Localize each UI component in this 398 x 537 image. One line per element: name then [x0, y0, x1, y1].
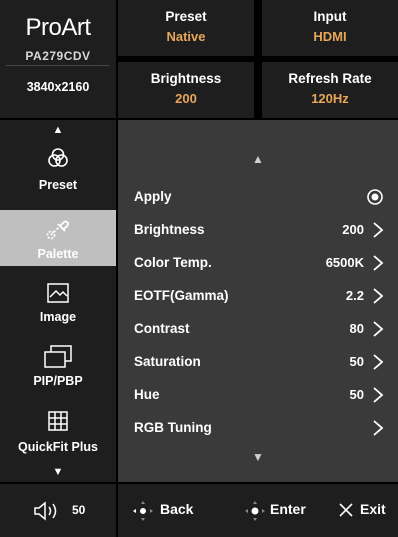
image-icon [0, 282, 116, 308]
status-refresh-rate: Refresh Rate 120Hz [262, 62, 398, 118]
list-scroll-up-arrow[interactable]: ▲ [118, 152, 398, 166]
row-value: 80 [349, 321, 364, 336]
row-value: 2.2 [345, 288, 364, 303]
status-value: 200 [175, 91, 197, 106]
nav-item-label: Palette [37, 247, 79, 261]
radio-selected-icon[interactable] [366, 188, 384, 206]
enter-label: Enter [270, 501, 306, 517]
status-value: HDMI [313, 29, 347, 44]
brand-panel: ProArt PA279CDV 3840x2160 [0, 0, 116, 118]
chevron-right-icon [373, 222, 384, 238]
status-value: Native [166, 29, 206, 44]
list-scroll-down-arrow[interactable]: ▼ [118, 450, 398, 464]
key-guide: Back Enter Exit [118, 484, 398, 537]
back-button[interactable]: Back [126, 484, 206, 537]
status-label: Refresh Rate [288, 71, 372, 86]
chevron-right-icon [373, 321, 384, 337]
row-value: 50 [349, 354, 364, 369]
nav-scroll-down-arrow[interactable]: ▼ [0, 466, 116, 478]
settings-list: ▲ Apply Brightness 200 Color Temp. 6500K… [118, 120, 398, 482]
row-label: Saturation [134, 354, 201, 369]
nav-item-label: PIP/PBP [33, 374, 83, 388]
chevron-right-icon [373, 255, 384, 271]
resolution-readout: 3840x2160 [26, 80, 90, 94]
nav-item-quickfit-plus[interactable]: QuickFit Plus [0, 408, 116, 464]
menu-row-hue[interactable]: Hue 50 [118, 379, 398, 411]
menu-row-brightness[interactable]: Brightness 200 [118, 214, 398, 246]
status-brightness: Brightness 200 [118, 62, 254, 118]
brand-logo: ProArt [25, 14, 91, 41]
nav-item-pip-pbp[interactable]: PIP/PBP [0, 342, 116, 400]
row-label: Apply [134, 189, 172, 204]
back-label: Back [160, 501, 194, 517]
chevron-right-icon [373, 387, 384, 403]
status-value: 120Hz [311, 91, 349, 106]
menu-row-contrast[interactable]: Contrast 80 [118, 313, 398, 345]
pip-pbp-icon [0, 344, 116, 370]
volume-value: 50 [72, 503, 86, 517]
row-value: 6500K [325, 255, 364, 270]
row-value: 50 [349, 387, 364, 402]
status-label: Input [313, 9, 347, 24]
menu-row-rgb-tuning[interactable]: RGB Tuning [118, 412, 398, 444]
nav-item-preset[interactable]: Preset [0, 142, 116, 200]
speaker-icon [34, 501, 57, 521]
exit-label: Exit [360, 501, 386, 517]
preset-icon [0, 146, 116, 172]
joystick-press-icon [245, 501, 265, 521]
row-label: Contrast [134, 321, 190, 336]
status-preset: Preset Native [118, 0, 254, 56]
nav-item-label: QuickFit Plus [18, 440, 98, 454]
row-label: Color Temp. [134, 255, 212, 270]
nav-scroll-up-arrow[interactable]: ▲ [0, 124, 116, 136]
status-label: Preset [165, 9, 207, 24]
nav-item-palette[interactable]: Palette [0, 210, 116, 266]
chevron-right-icon [373, 288, 384, 304]
palette-icon [0, 215, 116, 241]
menu-row-apply[interactable]: Apply [118, 181, 398, 213]
nav-item-image[interactable]: Image [0, 278, 116, 334]
menu-row-eotf-gamma[interactable]: EOTF(Gamma) 2.2 [118, 280, 398, 312]
exit-button[interactable]: Exit [338, 484, 398, 537]
divider [6, 65, 110, 66]
row-label: EOTF(Gamma) [134, 288, 229, 303]
menu-row-saturation[interactable]: Saturation 50 [118, 346, 398, 378]
model-name: PA279CDV [25, 49, 91, 63]
nav-item-label: Image [39, 310, 77, 324]
chevron-right-icon [373, 354, 384, 370]
row-label: Brightness [134, 222, 205, 237]
row-label: Hue [134, 387, 160, 402]
category-nav: ▲ Preset Palette Image PIP/PBP QuickFit … [0, 120, 116, 482]
menu-row-color-temp[interactable]: Color Temp. 6500K [118, 247, 398, 279]
joystick-left-icon [133, 501, 153, 521]
volume-indicator[interactable]: 50 [0, 484, 116, 537]
chevron-right-icon [373, 420, 384, 436]
quickfit-icon [0, 410, 116, 436]
nav-item-label: Preset [38, 178, 78, 192]
close-icon [339, 503, 353, 517]
status-input: Input HDMI [262, 0, 398, 56]
row-label: RGB Tuning [134, 420, 212, 435]
enter-button[interactable]: Enter [244, 484, 324, 537]
status-label: Brightness [150, 71, 222, 86]
row-value: 200 [342, 222, 364, 237]
